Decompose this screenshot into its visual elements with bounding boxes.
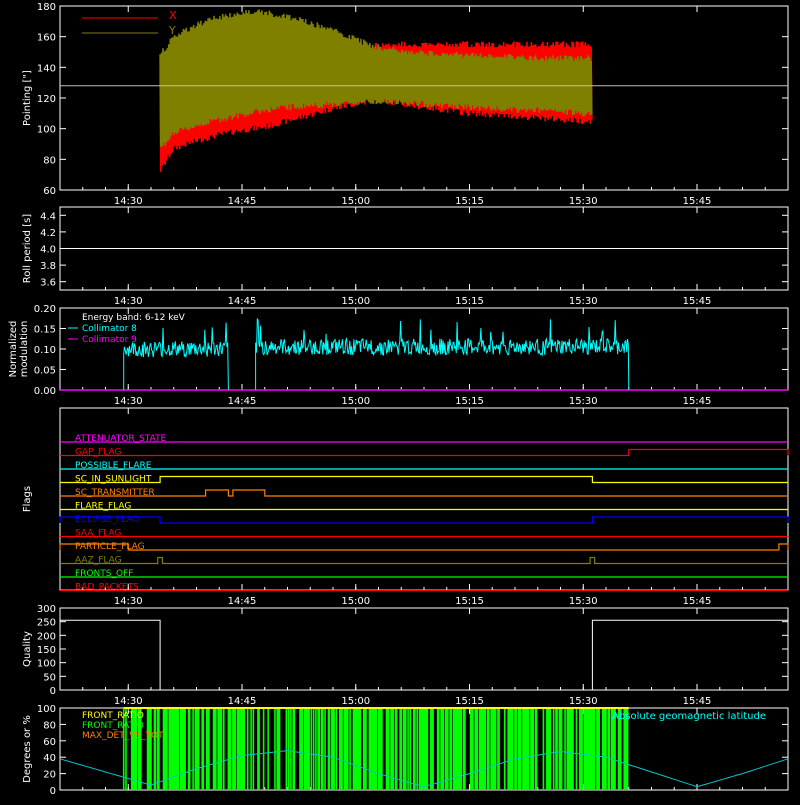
y-tick-label: 80 — [43, 155, 56, 166]
time-tick-label: 14:30 — [114, 296, 143, 307]
time-tick-label: 15:15 — [455, 196, 484, 207]
flag-trace — [60, 556, 788, 565]
y-tick-label: 0 — [50, 686, 56, 697]
panel-pointing: 14:30 14:45 15:00 15:15 15:30 15:45 60 80 100 120… — [22, 2, 789, 207]
y-tick-label: 100 — [37, 659, 56, 670]
time-tick-label: 15:00 — [341, 596, 370, 607]
y-tick-label: 250 — [37, 618, 56, 629]
flag-trace — [59, 516, 789, 524]
y-tick-label: 100 — [37, 704, 56, 715]
legend-label-x: X — [169, 9, 177, 22]
y-tick-label: 0.15 — [34, 325, 56, 336]
y-axis-label: Roll period [s] — [22, 214, 33, 283]
time-tick-label: 15:45 — [683, 396, 712, 407]
time-tick-label: 14:30 — [114, 696, 143, 707]
time-tick-label: 15:30 — [569, 396, 598, 407]
time-tick-label: 14:45 — [228, 296, 257, 307]
y-tick-label: 150 — [37, 645, 56, 656]
y-axis-label: Pointing ["] — [22, 70, 33, 126]
y-tick-label: 140 — [37, 63, 56, 74]
time-tick-label: 14:45 — [228, 396, 257, 407]
y-tick-label: 0.00 — [34, 386, 56, 397]
y-axis-label: modulation — [19, 321, 30, 378]
y-tick-label: 3.8 — [40, 261, 56, 272]
flag-trace — [60, 448, 789, 457]
panel-quality: 14:30 14:45 15:00 15:15 15:30 15:45 0 50 100 150 2… — [22, 604, 789, 707]
time-tick-label: 15:30 — [569, 296, 598, 307]
collimator-8-trace — [123, 322, 229, 391]
y-tick-label: 40 — [43, 753, 56, 764]
quality-trace — [60, 619, 788, 691]
time-tick-label: 15:45 — [683, 696, 712, 707]
y-axis-label: Normalized — [8, 321, 19, 378]
panel-frame — [59, 407, 789, 591]
y-axis-label: Quality — [22, 631, 33, 667]
y-axis-label: Flags — [22, 486, 33, 512]
legend-label: Collimator 9 — [82, 335, 137, 345]
y-tick-label: 200 — [37, 631, 56, 642]
flag-trace — [59, 543, 789, 551]
legend-label-latitude: Absolute geomagnetic latitude — [612, 711, 766, 722]
time-tick-label: 14:30 — [114, 596, 143, 607]
time-tick-label: 14:45 — [228, 196, 257, 207]
figure-canvas: 14:30 14:45 15:00 15:15 15:30 15:45 60 80 100 120… — [8, 2, 789, 797]
y-tick-label: 4.4 — [40, 211, 56, 222]
y-tick-label: 0.05 — [34, 366, 56, 377]
time-tick-label: 14:45 — [228, 596, 257, 607]
time-tick-label: 15:45 — [683, 596, 712, 607]
y-tick-label: 300 — [37, 604, 56, 615]
time-tick-label: 14:30 — [114, 396, 143, 407]
y-tick-label: 160 — [37, 33, 56, 44]
time-tick-label: 15:15 — [455, 696, 484, 707]
panel-flags: 14:30 14:45 15:00 15:15 15:30 15:45FlagsATTEN… — [22, 407, 789, 607]
flag-trace — [60, 489, 788, 497]
y-tick-label: 20 — [43, 770, 56, 781]
legend-label: Energy band: 6-12 keV — [82, 313, 186, 323]
y-tick-label: 50 — [43, 672, 56, 683]
y-tick-label: 80 — [43, 720, 56, 731]
time-tick-label: 15:30 — [569, 696, 598, 707]
legend-label: FRONT_RATIO — [82, 711, 144, 721]
legend-label: Collimator 8 — [82, 324, 137, 334]
panel-roll: 14:30 14:45 15:00 15:15 15:30 15:45 3.6 3.8 4.0 4… — [22, 206, 789, 307]
y-tick-label: 120 — [37, 94, 56, 105]
time-tick-label: 14:45 — [228, 696, 257, 707]
panel-latitude: 0 20 40 60 80 100 Degrees or % FRONT_RATIOFRONT… — [22, 704, 789, 797]
time-tick-label: 15:00 — [341, 196, 370, 207]
time-tick-label: 15:15 — [455, 596, 484, 607]
y-tick-label: 180 — [37, 2, 56, 13]
y-tick-label: 100 — [37, 125, 56, 136]
time-tick-label: 15:30 — [569, 596, 598, 607]
time-tick-label: 15:00 — [341, 696, 370, 707]
legend-label: FRONT_RATIO — [82, 721, 144, 731]
legend-label: MAX_DET_VS_TOT — [82, 731, 164, 741]
y-tick-label: 0.10 — [34, 345, 56, 356]
y-tick-label: 60 — [43, 737, 56, 748]
y-tick-label: 4.0 — [40, 245, 56, 256]
time-tick-label: 15:15 — [455, 296, 484, 307]
time-tick-label: 15:45 — [683, 196, 712, 207]
panel-modulation: 14:30 14:45 15:00 15:15 15:30 15:45 0.00 0.05 0.… — [8, 304, 789, 407]
collimator-8-trace — [255, 318, 630, 391]
time-tick-label: 15:00 — [341, 396, 370, 407]
time-tick-label: 15:00 — [341, 296, 370, 307]
y-tick-label: 0 — [50, 786, 56, 797]
legend-label-y: Y — [168, 24, 176, 37]
y-tick-label: 3.6 — [40, 278, 56, 289]
y-tick-label: 4.2 — [40, 228, 56, 239]
time-tick-label: 15:15 — [455, 396, 484, 407]
stacked-time-series-figure: 14:30 14:45 15:00 15:15 15:30 15:45 60 80 100 120… — [0, 0, 800, 800]
y-axis-label: Degrees or % — [22, 715, 33, 783]
time-tick-label: 15:45 — [683, 296, 712, 307]
flag-trace — [60, 475, 788, 484]
y-tick-label: 0.20 — [34, 304, 56, 315]
time-tick-label: 14:30 — [114, 196, 143, 207]
time-tick-label: 15:30 — [569, 196, 598, 207]
y-tick-label: 60 — [43, 186, 56, 197]
